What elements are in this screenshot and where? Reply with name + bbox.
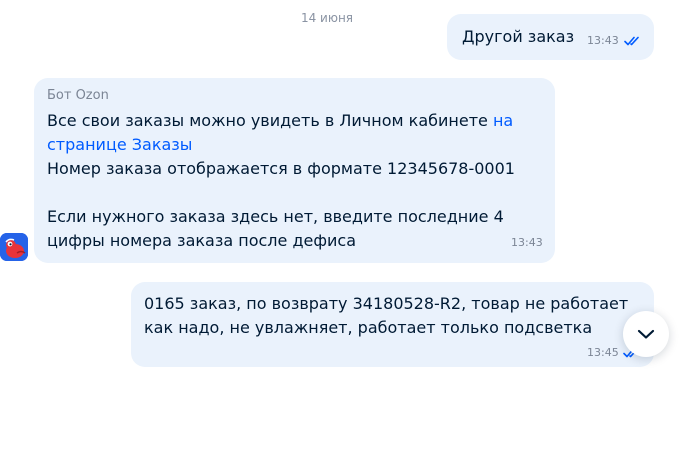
message-text: 0165 заказ, по возврату 34180528-R2, тов… [144,294,629,313]
outgoing-message-bubble: 0165 заказ, по возврату 34180528-R2, тов… [131,282,654,367]
message-text: Если нужного заказа здесь нет, введите п… [47,207,504,226]
ozon-bot-avatar [0,233,28,261]
chat-thread: 14 июня Другой заказ 13:43 Бот Ozon Все … [0,0,700,452]
message-text: Номер заказа отображается в формате 1234… [47,159,515,178]
message-time: 13:45 [587,346,619,359]
message-line: странице Заказы [47,133,541,157]
message-text: цифры номера заказа после дефиса [47,231,357,250]
orders-page-link[interactable]: на [493,111,513,130]
incoming-message-bubble: Бот Ozon Все свои заказы можно увидеть в… [34,78,555,263]
scroll-to-bottom-button[interactable] [623,311,669,357]
message-text: как надо, не увлажняет, работает только … [144,318,593,337]
message-text: Все свои заказы можно увидеть в Личном к… [47,111,493,130]
double-check-icon [624,36,639,46]
message-time: 13:43 [587,34,619,47]
message-line: Все свои заказы можно увидеть в Личном к… [47,109,541,133]
outgoing-message-bubble: Другой заказ 13:43 [447,14,654,60]
message-time: 13:43 [511,236,543,249]
chevron-down-icon [637,329,655,339]
sender-name: Бот Ozon [47,88,109,103]
orders-page-link[interactable]: странице Заказы [47,135,192,154]
